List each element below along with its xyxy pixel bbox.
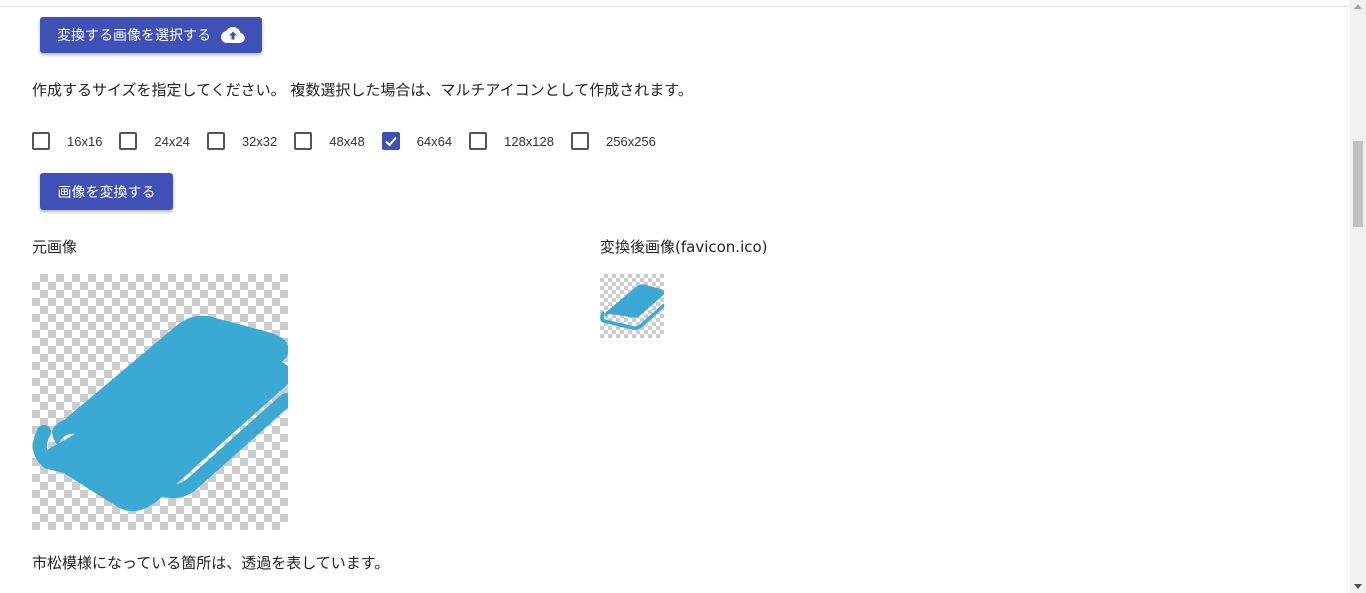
cloud-upload-icon bbox=[221, 26, 245, 44]
checkbox[interactable] bbox=[381, 132, 400, 150]
size-option-128[interactable]: 128x128 bbox=[469, 132, 554, 150]
checkbox[interactable] bbox=[119, 132, 138, 150]
transparency-note: 市松模様になっている箇所は、透過を表しています。 bbox=[32, 554, 390, 572]
original-image-preview bbox=[32, 274, 288, 530]
original-image-label: 元画像 bbox=[32, 238, 78, 256]
size-label: 24x24 bbox=[154, 133, 190, 149]
size-label: 48x48 bbox=[329, 133, 365, 149]
scroll-up-arrow-icon[interactable] bbox=[1354, 4, 1362, 9]
top-border bbox=[0, 0, 1350, 7]
size-option-64[interactable]: 64x64 bbox=[381, 132, 453, 150]
select-image-button[interactable]: 変換する画像を選択する bbox=[40, 17, 262, 53]
converted-image-label: 変換後画像(favicon.ico) bbox=[600, 238, 768, 256]
checkbox[interactable] bbox=[469, 132, 488, 150]
converted-image-preview bbox=[600, 274, 664, 338]
checkbox[interactable] bbox=[206, 132, 225, 150]
convert-image-label: 画像を変換する bbox=[57, 184, 156, 201]
size-label: 256x256 bbox=[606, 133, 656, 149]
book-icon bbox=[32, 315, 288, 512]
size-option-32[interactable]: 32x32 bbox=[206, 132, 278, 150]
page-scrollbar[interactable] bbox=[1350, 0, 1366, 593]
size-label: 128x128 bbox=[504, 133, 554, 149]
size-options: 16x16 24x24 32x32 48x48 64x64 128x128 25… bbox=[32, 131, 673, 151]
checkbox[interactable] bbox=[294, 132, 313, 150]
size-label: 16x16 bbox=[67, 133, 103, 149]
scroll-down-arrow-icon[interactable] bbox=[1354, 584, 1362, 589]
convert-image-button[interactable]: 画像を変換する bbox=[40, 173, 173, 210]
size-instruction: 作成するサイズを指定してください。 複数選択した場合は、マルチアイコンとして作成… bbox=[32, 81, 693, 99]
book-icon bbox=[600, 284, 664, 331]
checkbox[interactable] bbox=[32, 132, 50, 150]
select-image-label: 変換する画像を選択する bbox=[57, 28, 211, 44]
checkbox[interactable] bbox=[571, 132, 589, 150]
size-option-48[interactable]: 48x48 bbox=[294, 132, 365, 150]
size-option-256[interactable]: 256x256 bbox=[571, 132, 656, 150]
size-option-24[interactable]: 24x24 bbox=[119, 132, 190, 150]
size-label: 64x64 bbox=[416, 133, 453, 149]
size-label: 32x32 bbox=[241, 133, 278, 149]
size-option-16[interactable]: 16x16 bbox=[32, 132, 102, 150]
scroll-thumb[interactable] bbox=[1353, 141, 1363, 227]
